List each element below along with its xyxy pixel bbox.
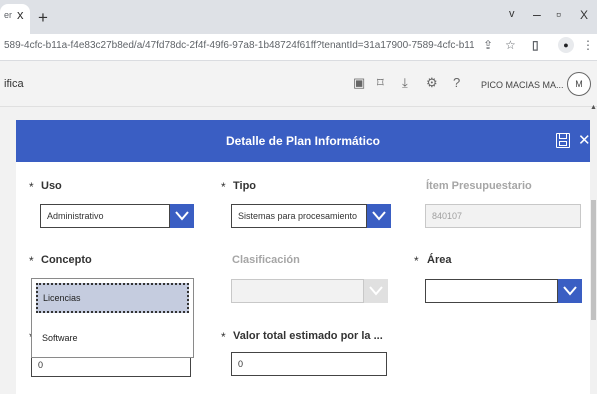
bookmark-star-icon[interactable]: ☆ — [505, 38, 516, 52]
valor-total-label: Valor total estimado por la ... — [233, 330, 383, 342]
clasificacion-dropdown-button — [364, 279, 388, 303]
user-name: PICO MACIAS MA... — [481, 80, 564, 90]
user-avatar[interactable]: M — [567, 72, 591, 96]
tab-close-button[interactable]: x — [17, 7, 24, 22]
scrollbar-thumb[interactable] — [591, 200, 596, 320]
clasificacion-label: Clasificación — [232, 254, 300, 266]
help-icon[interactable]: ? — [453, 75, 460, 90]
required-marker: * — [221, 330, 226, 344]
area-dropdown-value[interactable] — [425, 279, 558, 303]
required-marker: * — [221, 180, 226, 194]
concepto-option-licencias[interactable]: Licencias — [36, 283, 189, 313]
tab-search-button[interactable]: v — [509, 8, 515, 20]
form-title: Detalle de Plan Informático — [225, 134, 381, 148]
required-marker: * — [29, 254, 34, 268]
tipo-dropdown-button[interactable] — [367, 204, 391, 228]
sidepanel-icon[interactable]: ▯ — [532, 38, 539, 52]
new-tab-button[interactable]: + — [38, 8, 48, 28]
uso-label: Uso — [41, 180, 62, 192]
concepto-label: Concepto — [41, 254, 92, 266]
restore-button[interactable]: ▫ — [556, 6, 561, 22]
uso-dropdown-value[interactable]: Administrativo — [40, 204, 170, 228]
required-marker: * — [414, 254, 419, 268]
save-icon[interactable] — [556, 133, 570, 148]
browser-tab-bar — [0, 0, 597, 34]
uso-dropdown-button[interactable] — [170, 204, 194, 228]
concepto-option-software[interactable]: Software — [42, 333, 78, 343]
tipo-label: Tipo — [233, 180, 257, 192]
download-icon[interactable]: ⤓ — [402, 75, 408, 91]
item-presupuestario-label: Ítem Presupuestario — [426, 180, 532, 192]
app-checker-icon[interactable]: ▣ — [353, 75, 365, 91]
item-presupuestario-field: 840107 — [425, 204, 581, 228]
area-dropdown-button[interactable] — [558, 279, 582, 303]
settings-gear-icon[interactable]: ⚙ — [426, 75, 438, 91]
clasificacion-dropdown-value — [231, 279, 364, 303]
required-marker: * — [29, 180, 34, 194]
area-label: Área — [427, 254, 452, 266]
fullscreen-icon[interactable]: ⌑ — [377, 75, 384, 91]
app-title: ifica — [4, 78, 24, 90]
share-icon[interactable]: ⇪ — [483, 38, 493, 52]
tab-title: er — [4, 10, 13, 20]
valor-total-input[interactable]: 0 — [231, 352, 387, 376]
scroll-up-icon[interactable]: ▲ — [590, 104, 597, 111]
close-form-icon[interactable]: ✕ — [578, 131, 591, 149]
browser-menu-icon[interactable]: ⋮ — [582, 38, 594, 52]
tipo-dropdown-value[interactable]: Sistemas para procesamiento — [231, 204, 367, 228]
close-window-button[interactable]: X — [580, 8, 588, 22]
profile-icon[interactable]: ● — [558, 37, 574, 53]
url-field[interactable]: 589-4cfc-b11a-f4e83c27b8ed/a/47fd78dc-2f… — [4, 40, 474, 51]
minimize-button[interactable]: – — [533, 6, 541, 22]
